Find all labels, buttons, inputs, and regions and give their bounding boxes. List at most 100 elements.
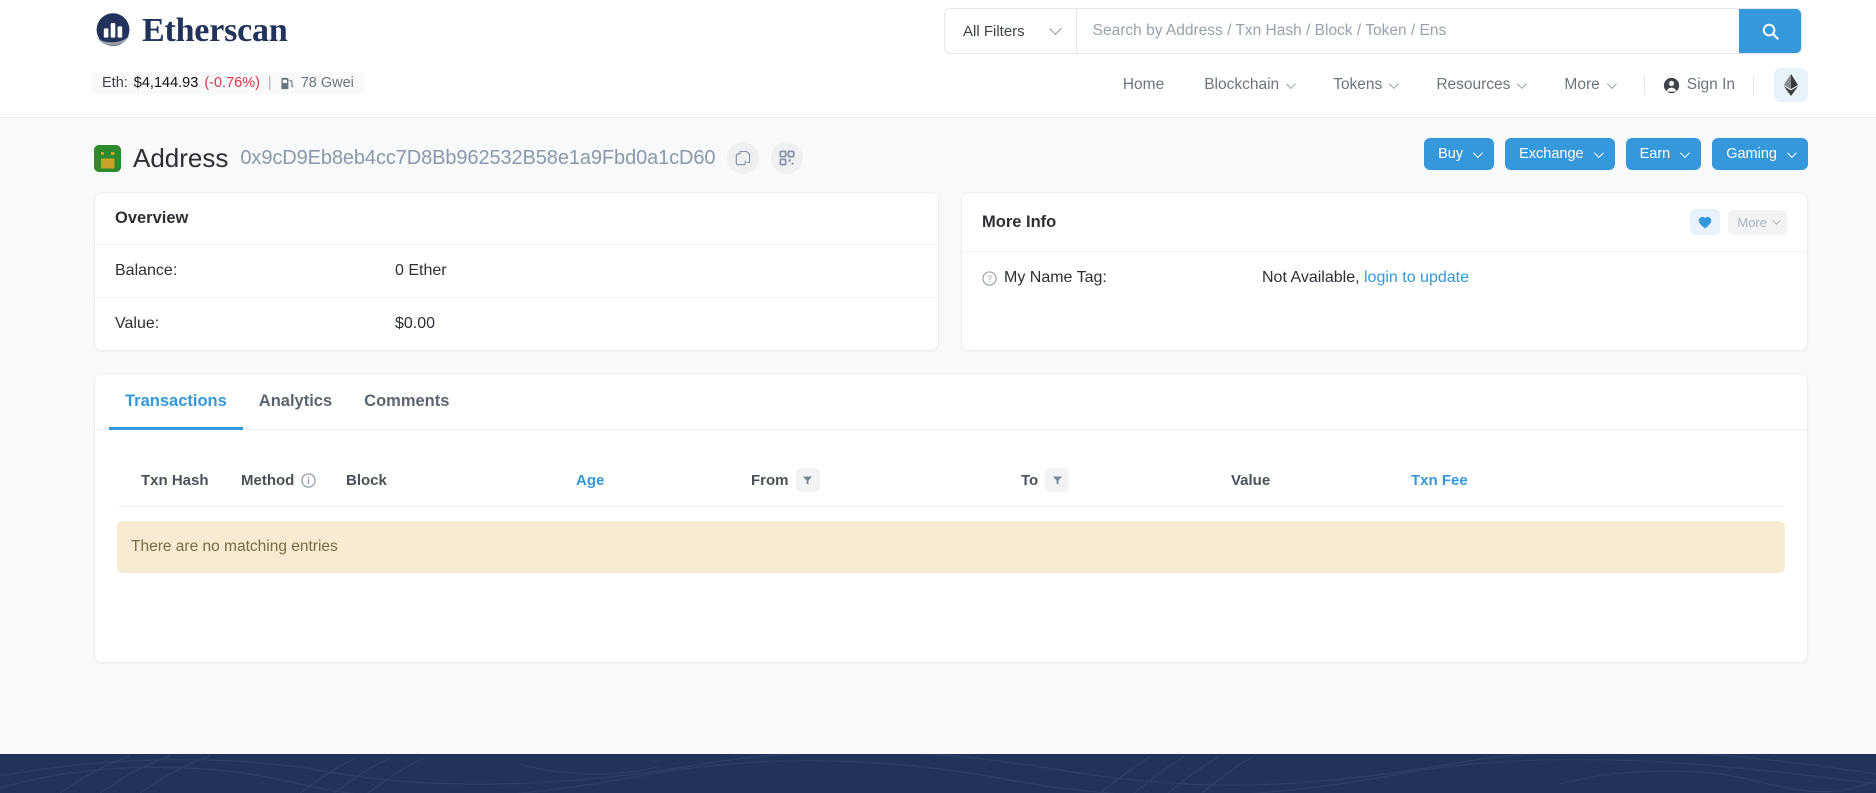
chevron-down-icon <box>1048 21 1062 35</box>
more-info-row-name-tag: ? My Name Tag: Not Available, login to u… <box>962 252 1807 304</box>
main-navigation: Home Blockchain Tokens Resources More Si… <box>1103 68 1808 102</box>
tab-analytics[interactable]: Analytics <box>243 374 348 430</box>
etherscan-logo[interactable]: Etherscan <box>92 10 288 52</box>
eth-price-value: $4,144.93 <box>133 75 199 91</box>
svg-text:?: ? <box>987 273 992 283</box>
from-filter-button[interactable] <box>795 468 820 492</box>
overview-row-balance: Balance: 0 Ether <box>95 245 938 297</box>
nav-item-resources[interactable]: Resources <box>1416 70 1544 100</box>
chevron-down-icon <box>1286 78 1297 89</box>
column-txn-fee[interactable]: Txn Fee <box>1411 472 1468 489</box>
buy-label: Buy <box>1438 146 1464 162</box>
network-switcher-button[interactable] <box>1774 68 1808 102</box>
nav-label-blockchain: Blockchain <box>1204 76 1280 93</box>
chevron-down-icon <box>1389 78 1400 89</box>
search-button[interactable] <box>1739 9 1801 53</box>
info-icon[interactable] <box>301 472 316 488</box>
search-icon <box>1762 23 1779 40</box>
transactions-panel: Transactions Analytics Comments Txn Hash… <box>94 373 1808 663</box>
nav-item-blockchain[interactable]: Blockchain <box>1184 70 1313 100</box>
name-tag-label: My Name Tag: <box>1004 269 1107 286</box>
gaming-button[interactable]: Gaming <box>1712 138 1808 170</box>
more-info-more-label: More <box>1737 214 1767 230</box>
nav-label-home: Home <box>1122 76 1165 93</box>
nav-item-more[interactable]: More <box>1544 70 1633 100</box>
eth-price-change: (-0.76%) <box>204 75 260 91</box>
favorite-button[interactable] <box>1690 209 1721 235</box>
name-tag-value-wrap: Not Available, login to update <box>1262 269 1469 287</box>
copy-address-button[interactable] <box>727 142 760 174</box>
chevron-down-icon <box>1593 147 1604 158</box>
nav-item-tokens[interactable]: Tokens <box>1313 70 1416 100</box>
search-filter-dropdown[interactable]: All Filters <box>945 9 1077 53</box>
etherscan-logo-text: Etherscan <box>142 12 288 49</box>
column-block: Block <box>346 472 576 489</box>
column-label-txn-fee: Txn Fee <box>1411 471 1468 489</box>
column-label-from: From <box>751 471 789 489</box>
nav-item-home[interactable]: Home <box>1103 70 1184 100</box>
qr-code-icon <box>779 150 796 166</box>
column-method: Method <box>241 472 346 489</box>
ethereum-diamond-icon <box>1784 74 1798 96</box>
exchange-label: Exchange <box>1519 146 1584 162</box>
page-content: Address 0x9cD9Eb8eb4cc7D8Bb962532B58e1a9… <box>0 118 1876 754</box>
more-info-card-title: More Info <box>982 212 1057 231</box>
address-header: Address 0x9cD9Eb8eb4cc7D8Bb962532B58e1a9… <box>0 118 1876 180</box>
column-label-to: To <box>1021 471 1039 489</box>
question-circle-icon: ? <box>982 270 997 286</box>
overview-row-value: Value: $0.00 <box>95 297 938 350</box>
more-info-header-actions: More <box>1690 209 1787 235</box>
eth-price-bar: Eth: $4,144.93 (-0.76%) | 78 Gwei <box>92 72 364 94</box>
chevron-down-icon <box>1473 147 1483 158</box>
copy-icon <box>736 150 751 166</box>
sign-in-button[interactable]: Sign In <box>1655 70 1743 100</box>
column-label-method: Method <box>241 471 295 489</box>
buy-button[interactable]: Buy <box>1424 138 1495 170</box>
search-filter-label: All Filters <box>963 22 1025 40</box>
earn-label: Earn <box>1639 146 1671 162</box>
column-label-block: Block <box>346 471 387 489</box>
gaming-label: Gaming <box>1726 146 1777 162</box>
qr-code-button[interactable] <box>771 142 804 174</box>
column-to: To <box>1021 468 1231 492</box>
value-value: $0.00 <box>395 315 436 332</box>
address-hash: 0x9cD9Eb8eb4cc7D8Bb962532B58e1a9Fbd0a1cD… <box>240 146 716 169</box>
nav-divider-left <box>1643 75 1645 95</box>
eth-price-label: Eth: <box>102 75 128 91</box>
site-header: Etherscan Eth: $4,144.93 (-0.76%) | 78 G… <box>0 0 1876 118</box>
column-age[interactable]: Age <box>576 472 751 489</box>
login-to-update-link[interactable]: login to update <box>1364 269 1469 286</box>
balance-value: 0 Ether <box>395 262 447 279</box>
chevron-down-icon <box>1606 78 1617 89</box>
tab-transactions[interactable]: Transactions <box>109 374 243 430</box>
nav-label-tokens: Tokens <box>1333 76 1383 93</box>
empty-state-message: There are no matching entries <box>117 521 1785 573</box>
earn-button[interactable]: Earn <box>1625 138 1702 170</box>
tab-comments[interactable]: Comments <box>348 374 465 430</box>
transactions-table-header: Txn Hash Method Block Age From To Value … <box>117 452 1785 507</box>
to-filter-button[interactable] <box>1045 468 1070 492</box>
more-info-more-dropdown[interactable]: More <box>1728 209 1787 235</box>
nav-label-more: More <box>1564 76 1600 93</box>
summary-cards: Overview Balance: 0 Ether Value: $0.00 M… <box>0 180 1876 351</box>
sign-in-label: Sign In <box>1686 76 1735 93</box>
chevron-down-icon <box>1517 78 1528 89</box>
column-from: From <box>751 468 1021 492</box>
column-txn-hash: Txn Hash <box>141 472 241 489</box>
etherscan-logo-icon <box>95 13 132 47</box>
price-separator: | <box>267 75 272 91</box>
balance-label: Balance: <box>115 262 178 279</box>
column-value: Value <box>1231 472 1411 489</box>
exchange-button[interactable]: Exchange <box>1505 138 1615 170</box>
page-title: Address <box>133 142 229 173</box>
heart-icon <box>1699 216 1712 228</box>
overview-card-title: Overview <box>95 193 938 245</box>
value-label: Value: <box>115 315 160 332</box>
panel-tabs: Transactions Analytics Comments <box>95 374 1807 430</box>
site-footer <box>0 754 1876 793</box>
address-action-buttons: Buy Exchange Earn Gaming <box>1424 138 1808 170</box>
gas-price-value: 78 Gwei <box>300 75 354 91</box>
filter-icon <box>1052 475 1062 485</box>
search-input[interactable] <box>1076 9 1739 53</box>
column-label-value: Value <box>1231 471 1271 489</box>
